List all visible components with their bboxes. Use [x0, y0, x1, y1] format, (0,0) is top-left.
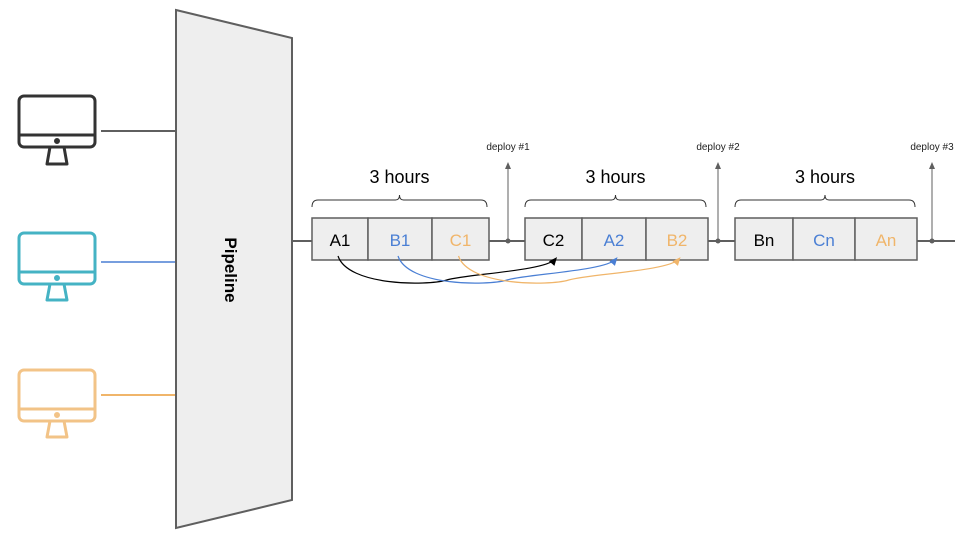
deploy-label: deploy #2	[696, 142, 740, 153]
deploy-point	[929, 238, 935, 244]
slot-label-c1: C1	[450, 231, 472, 250]
slot-label-b1: B1	[390, 231, 411, 250]
deploy-point	[505, 238, 511, 244]
deploy-label: deploy #1	[486, 142, 530, 153]
pipeline-label: Pipeline	[221, 237, 240, 302]
slot-label-c2: C2	[543, 231, 565, 250]
duration-bracket	[311, 194, 488, 208]
batch-1: 3 hours A1 B1 C1 deploy #1	[311, 142, 530, 261]
slot-label-a1: A1	[330, 231, 351, 250]
deploy-label: deploy #3	[910, 142, 954, 153]
duration-label: 3 hours	[585, 167, 645, 187]
duration-label: 3 hours	[795, 167, 855, 187]
slot-label-b2: B2	[667, 231, 688, 250]
duration-label: 3 hours	[369, 167, 429, 187]
deploy-point	[715, 238, 721, 244]
pipeline-diagram: Pipeline 3 hours A1 B1 C1 deploy #1 3 hours C2…	[17, 8, 955, 530]
duration-bracket	[524, 194, 707, 208]
monitor-icon	[17, 94, 97, 166]
slot-label-a2: A2	[604, 231, 625, 250]
slot-label-an: An	[876, 231, 897, 250]
slot-label-cn: Cn	[813, 231, 835, 250]
duration-bracket	[734, 194, 916, 208]
batch-2: 3 hours C2 A2 B2 deploy #2	[524, 142, 740, 261]
monitor-icon	[17, 231, 97, 302]
slot-label-bn: Bn	[754, 231, 775, 250]
monitor-icon	[17, 368, 97, 439]
batch-3: 3 hours Bn Cn An deploy #3	[734, 142, 954, 261]
